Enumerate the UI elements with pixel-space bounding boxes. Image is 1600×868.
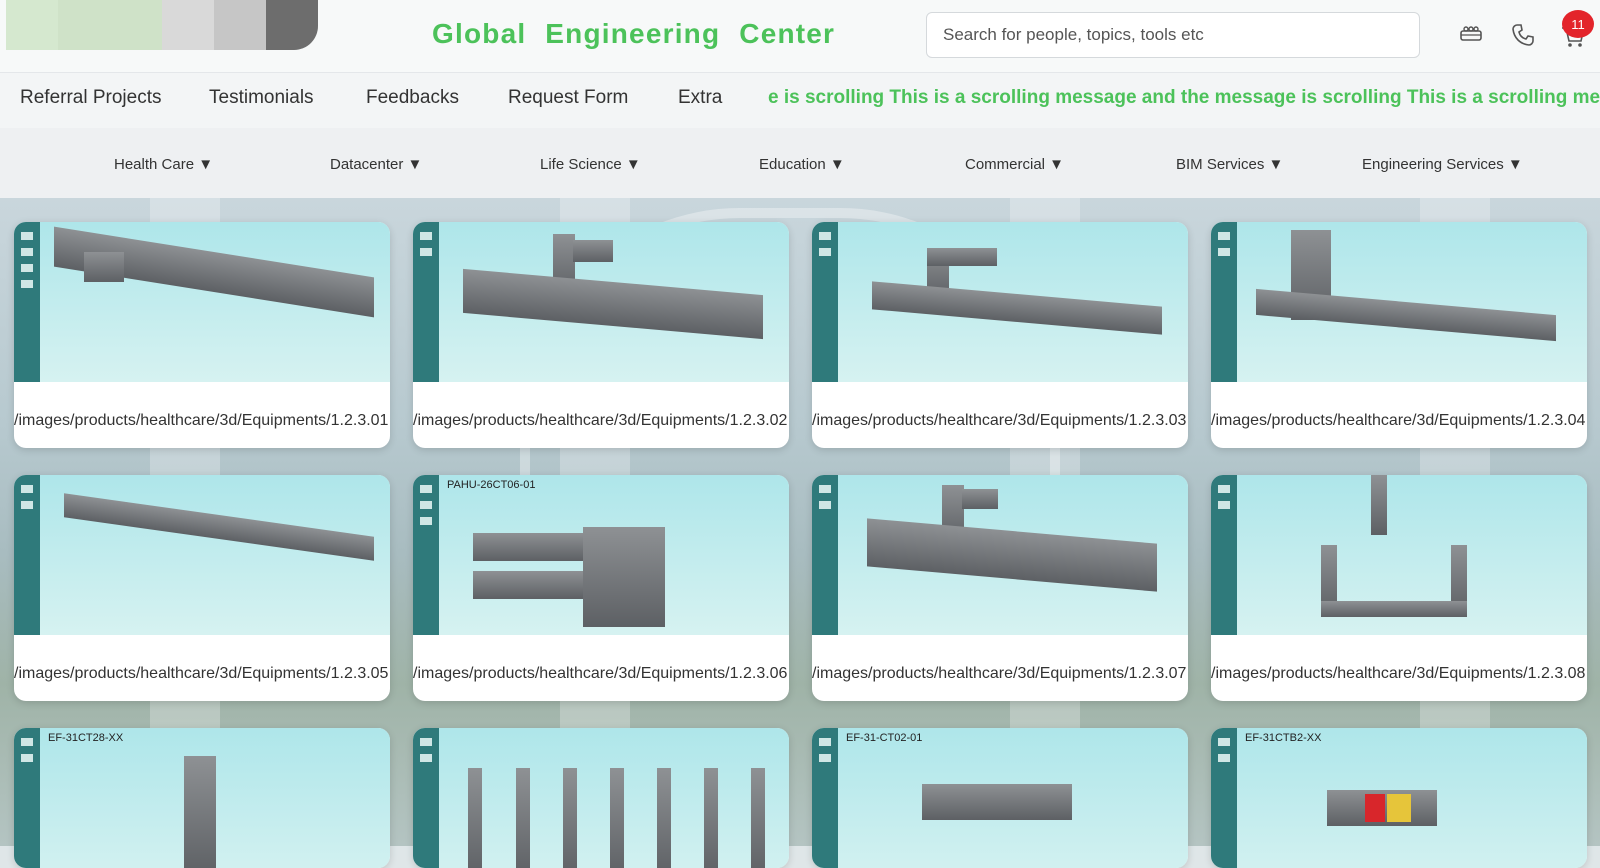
category-bim-services[interactable]: BIM Services ▼: [1176, 156, 1283, 173]
equipment-card[interactable]: /images/products/healthcare/3d/Equipment…: [14, 222, 390, 448]
equipment-card[interactable]: /images/products/healthcare/3d/Equipment…: [812, 222, 1188, 448]
category-health-care[interactable]: Health Care ▼: [114, 156, 213, 173]
equipment-thumbnail: [14, 475, 390, 635]
equipment-card[interactable]: PAHU-26CT06-01 /images/products/healthca…: [413, 475, 789, 701]
category-datacenter[interactable]: Datacenter ▼: [330, 156, 422, 173]
nav-extra[interactable]: Extra: [678, 87, 722, 109]
category-engineering-services[interactable]: Engineering Services ▼: [1362, 156, 1523, 173]
equipment-thumbnail: [812, 222, 1188, 382]
equipment-path: /images/products/healthcare/3d/Equipment…: [1211, 665, 1586, 682]
equipment-path: /images/products/healthcare/3d/Equipment…: [14, 412, 389, 429]
equipment-path: /images/products/healthcare/3d/Equipment…: [413, 412, 788, 429]
equipment-card[interactable]: EF-31-CT02-01: [812, 728, 1188, 868]
nav-request-form[interactable]: Request Form: [508, 87, 628, 109]
equipment-tag: EF-31CTB2-XX: [1245, 732, 1322, 744]
equipment-card[interactable]: /images/products/healthcare/3d/Equipment…: [812, 475, 1188, 701]
category-life-science[interactable]: Life Science ▼: [540, 156, 641, 173]
equipment-path: /images/products/healthcare/3d/Equipment…: [1211, 412, 1586, 429]
equipment-card[interactable]: /images/products/healthcare/3d/Equipment…: [413, 222, 789, 448]
equipment-thumbnail: [1211, 475, 1587, 635]
equipment-card[interactable]: EF-31CTB2-XX: [1211, 728, 1587, 868]
primary-nav: Referral Projects Testimonials Feedbacks…: [0, 72, 1600, 129]
equipment-thumbnail: [1211, 222, 1587, 382]
equipment-thumbnail: [812, 475, 1188, 635]
equipment-thumbnail: EF-31-CT02-01: [812, 728, 1188, 868]
equipment-card[interactable]: EF-31CT28-XX: [14, 728, 390, 868]
equipment-thumbnail: PAHU-26CT06-01: [413, 475, 789, 635]
equipment-card[interactable]: /images/products/healthcare/3d/Equipment…: [1211, 475, 1587, 701]
cart-count-badge: 11: [1562, 10, 1594, 38]
site-title: Global Engineering Center: [432, 18, 836, 49]
equipment-tag: EF-31CT28-XX: [48, 732, 124, 744]
equipment-card[interactable]: /images/products/healthcare/3d/Equipment…: [14, 475, 390, 701]
logo[interactable]: [6, 0, 318, 50]
scrolling-message: e is scrolling This is a scrolling messa…: [768, 87, 1600, 108]
equipment-path: /images/products/healthcare/3d/Equipment…: [14, 665, 389, 682]
equipment-tag: EF-31-CT02-01: [846, 732, 923, 744]
equipment-tag: PAHU-26CT06-01: [447, 479, 536, 491]
nav-testimonials[interactable]: Testimonials: [209, 87, 314, 109]
equipment-path: /images/products/healthcare/3d/Equipment…: [812, 665, 1187, 682]
nav-referral-projects[interactable]: Referral Projects: [20, 87, 162, 109]
nav-feedbacks[interactable]: Feedbacks: [366, 87, 459, 109]
equipment-card[interactable]: [413, 728, 789, 868]
equipment-thumbnail: [413, 728, 789, 868]
equipment-thumbnail: EF-31CTB2-XX: [1211, 728, 1587, 868]
equipment-thumbnail: [14, 222, 390, 382]
category-nav: Health Care ▼ Datacenter ▼ Life Science …: [0, 128, 1600, 198]
top-header: Global Engineering Center 11: [0, 0, 1600, 72]
equipment-thumbnail: EF-31CT28-XX: [14, 728, 390, 868]
phone-icon[interactable]: [1510, 22, 1536, 48]
equipment-path: /images/products/healthcare/3d/Equipment…: [812, 412, 1187, 429]
equipment-path: /images/products/healthcare/3d/Equipment…: [413, 665, 788, 682]
meeting-icon[interactable]: [1458, 22, 1484, 48]
equipment-card[interactable]: /images/products/healthcare/3d/Equipment…: [1211, 222, 1587, 448]
category-commercial[interactable]: Commercial ▼: [965, 156, 1064, 173]
category-education[interactable]: Education ▼: [759, 156, 845, 173]
equipment-thumbnail: [413, 222, 789, 382]
search-input[interactable]: [926, 12, 1420, 58]
